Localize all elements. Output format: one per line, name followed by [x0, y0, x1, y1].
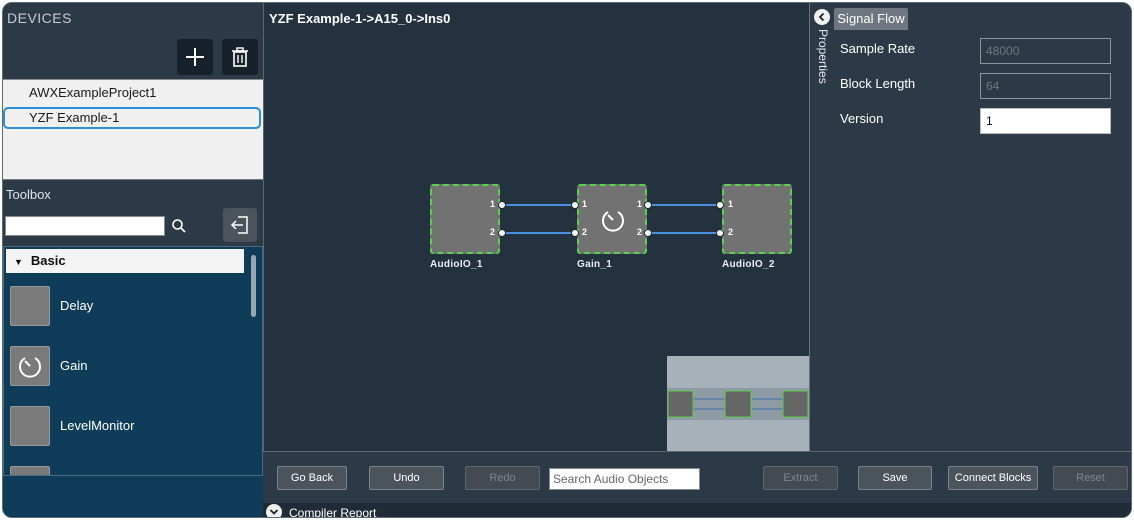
extract-button[interactable]: Extract — [763, 466, 838, 490]
gain-dial-icon — [10, 346, 50, 386]
reset-button[interactable]: Reset — [1053, 466, 1128, 490]
connect-blocks-button[interactable]: Connect Blocks — [948, 466, 1038, 490]
minimap[interactable] — [667, 356, 810, 451]
device-item-selected[interactable]: YZF Example-1 — [3, 107, 261, 129]
redo-button[interactable]: Redo — [465, 466, 540, 490]
version-label: Version — [840, 111, 884, 126]
toolbox-item-levelmonitor[interactable]: LevelMonitor — [4, 398, 244, 454]
signal-flow-canvas[interactable]: YZF Example-1->A15_0->Ins0 1 2 AudioIO_1 — [263, 3, 810, 451]
port-label: 1 — [490, 199, 496, 209]
devices-header: DEVICES — [3, 3, 263, 79]
import-button[interactable] — [223, 208, 257, 242]
toolbox-item-gain[interactable]: Gain — [4, 338, 244, 394]
toolbox-item-label: Delay — [60, 298, 94, 313]
compiler-report-label: Compiler Report — [289, 506, 377, 518]
compiler-report-bar[interactable]: Compiler Report — [263, 503, 1131, 518]
block-audioio-2[interactable] — [722, 184, 792, 254]
block-gain-1[interactable] — [577, 184, 647, 254]
toolbox-title: Toolbox — [6, 187, 51, 202]
devices-list: AWXExampleProject1 YZF Example-1 — [3, 79, 263, 179]
block-audioio-1[interactable] — [430, 184, 500, 254]
left-panel: DEVICES AWXExampleProject1 YZF Example-1… — [3, 3, 263, 517]
import-icon — [230, 216, 248, 234]
devices-title: DEVICES — [7, 10, 72, 26]
scroll-thumb[interactable] — [251, 255, 256, 317]
properties-vertical-tab[interactable]: Properties — [812, 29, 830, 89]
blank-block-icon — [10, 406, 50, 446]
bottom-toolbar: Go Back Undo Redo Search Audio Objects E… — [263, 451, 1131, 503]
block-label: AudioIO_2 — [722, 259, 775, 270]
plus-icon — [186, 48, 204, 66]
device-item[interactable]: AWXExampleProject1 — [3, 82, 261, 104]
toolbox-item-partial[interactable] — [4, 458, 244, 475]
toolbox-search-input[interactable] — [5, 216, 165, 236]
port-dots[interactable] — [642, 199, 654, 239]
port-dots[interactable] — [496, 199, 508, 239]
search-audio-objects-input[interactable]: Search Audio Objects — [549, 468, 700, 490]
collapse-properties-button[interactable] — [814, 9, 830, 25]
tab-signal-flow[interactable]: Signal Flow — [834, 8, 908, 30]
delete-device-button[interactable] — [222, 39, 258, 75]
port-dots[interactable] — [569, 199, 581, 239]
toolbox-item-delay[interactable]: Delay — [4, 278, 244, 334]
left-footer — [3, 476, 263, 517]
block-label: Gain_1 — [577, 259, 613, 270]
chevron-left-icon — [818, 12, 825, 22]
search-icon[interactable] — [171, 218, 187, 234]
toolbox-list: ▼ Basic Delay Gain LevelMonitor — [3, 246, 263, 476]
port-label: 1 — [728, 199, 734, 209]
blank-block-icon — [10, 286, 50, 326]
minimap-preview — [667, 356, 810, 451]
category-label: Basic — [30, 253, 66, 268]
block-length-label: Block Length — [840, 76, 916, 91]
port-label: 2 — [582, 227, 588, 237]
toolbox-item-label: Gain — [60, 358, 88, 373]
go-back-button[interactable]: Go Back — [277, 466, 347, 490]
undo-button[interactable]: Undo — [369, 466, 444, 490]
trash-icon — [232, 47, 248, 67]
save-button[interactable]: Save — [858, 466, 932, 490]
category-basic[interactable]: ▼ Basic — [6, 249, 244, 273]
blank-block-icon — [10, 466, 50, 475]
properties-panel: Properties Signal Flow Sample Rate 48000… — [809, 3, 1131, 451]
toolbox-header: Toolbox — [3, 179, 263, 246]
port-label: 1 — [582, 199, 588, 209]
chevron-down-icon — [269, 509, 279, 515]
toolbox-scrollbar[interactable] — [248, 249, 258, 475]
port-dots[interactable] — [714, 199, 726, 239]
block-label: AudioIO_1 — [430, 259, 483, 270]
gain-dial-icon — [602, 211, 624, 232]
app-window: DEVICES AWXExampleProject1 YZF Example-1… — [2, 2, 1132, 518]
add-device-button[interactable] — [177, 39, 213, 75]
version-field[interactable]: 1 — [980, 108, 1111, 134]
port-label: 2 — [728, 227, 734, 237]
sample-rate-field: 48000 — [980, 38, 1111, 64]
block-length-field: 64 — [980, 73, 1111, 99]
chevron-down-icon: ▼ — [14, 257, 23, 267]
expand-compiler-button[interactable] — [266, 504, 282, 517]
toolbox-item-label: LevelMonitor — [60, 418, 135, 433]
sample-rate-label: Sample Rate — [840, 41, 916, 56]
port-label: 2 — [490, 227, 496, 237]
